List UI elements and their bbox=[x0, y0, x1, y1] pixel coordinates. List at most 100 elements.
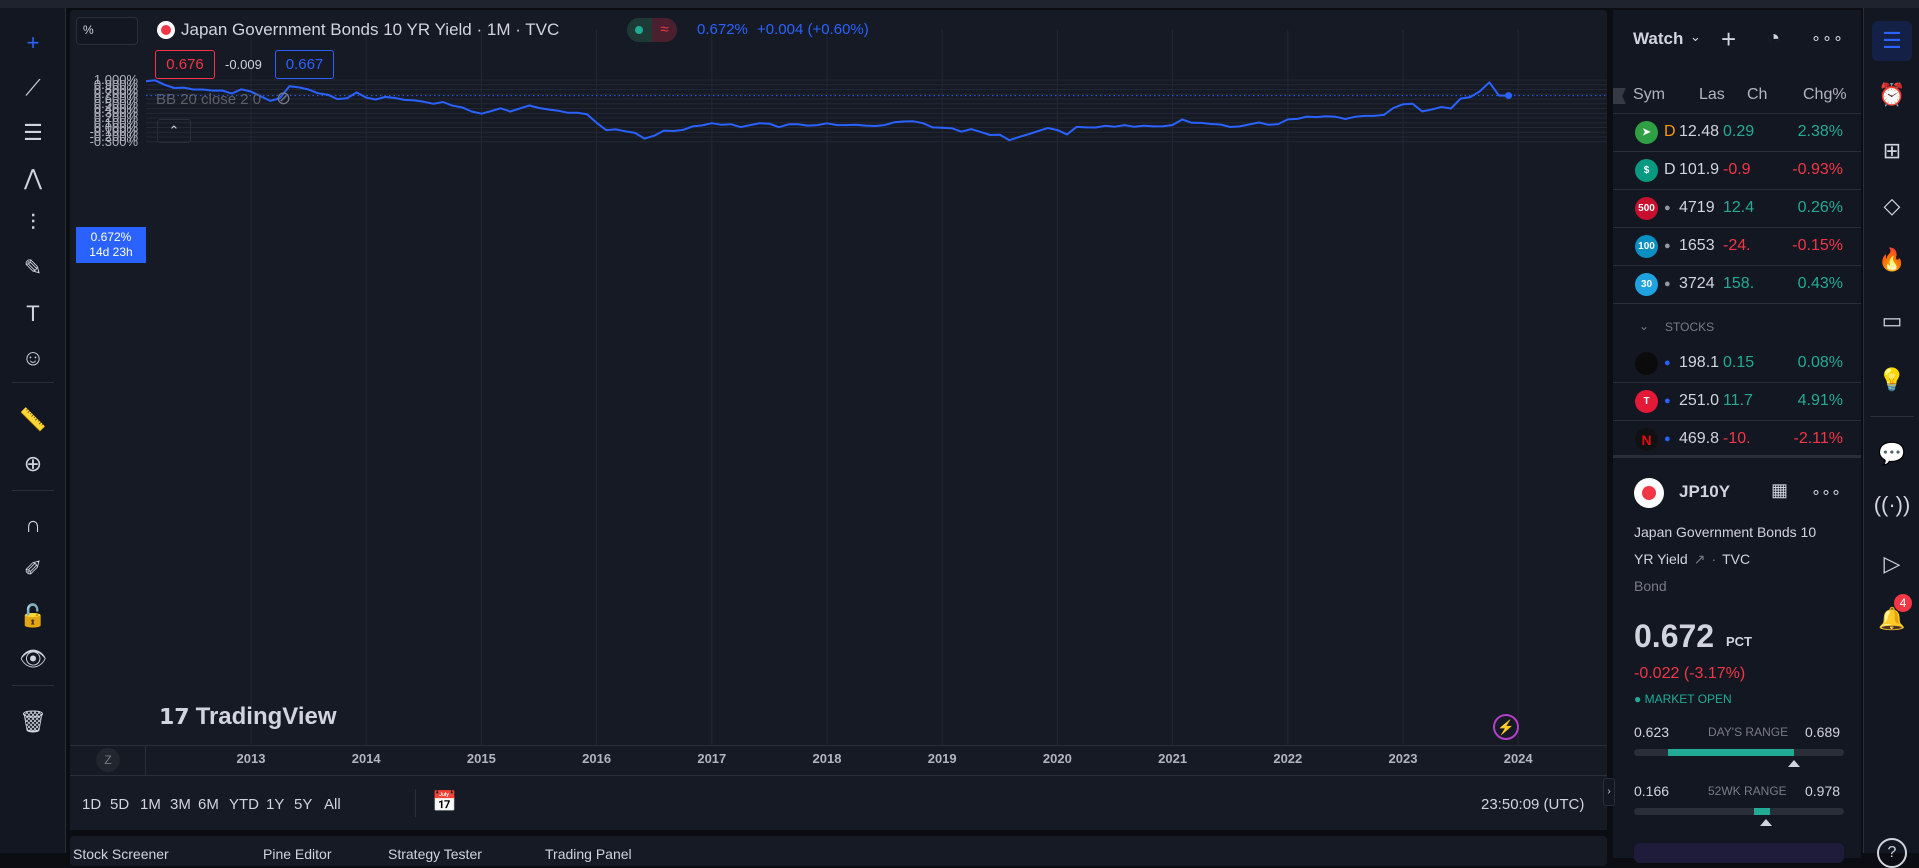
ideas-lightbulb-icon[interactable]: 💡 bbox=[1874, 362, 1910, 398]
symbol-logo-icon: N bbox=[1635, 428, 1658, 451]
x-tick-label: 2024 bbox=[1503, 751, 1533, 766]
crosshair-icon[interactable]: + bbox=[15, 25, 51, 61]
lock-drawing-icon[interactable]: ✐ bbox=[15, 551, 51, 587]
watchlist-row[interactable]: $ D 101.9 -0.9 -0.93% bbox=[1613, 152, 1861, 190]
zoom-in-icon[interactable]: ⊕ bbox=[15, 446, 51, 482]
reset-zoom-button[interactable]: Z bbox=[96, 748, 120, 772]
symbol-status-icon: D bbox=[1664, 161, 1676, 178]
flag-icon[interactable] bbox=[1613, 88, 1626, 104]
range-button-5d[interactable]: 5D bbox=[110, 796, 129, 813]
x-tick-label: 2013 bbox=[236, 751, 266, 766]
alarm-clock-icon[interactable]: ⏰ bbox=[1874, 77, 1910, 113]
y-tick-label: -0.300% bbox=[89, 133, 138, 149]
price-chart[interactable] bbox=[146, 30, 1607, 745]
x-tick-label: 2020 bbox=[1042, 751, 1072, 766]
symbol-status-icon: ● bbox=[1664, 433, 1671, 445]
layers-icon[interactable]: ◇ bbox=[1874, 188, 1910, 224]
tab-pine-editor[interactable]: Pine Editor bbox=[263, 846, 331, 862]
watchlist-row[interactable]: N ● 469.8 -10. -2.11% bbox=[1613, 421, 1861, 459]
utc-clock[interactable]: 23:50:09 (UTC) bbox=[1481, 796, 1584, 813]
range-button-3m[interactable]: 3M bbox=[170, 796, 191, 813]
range-button-1d[interactable]: 1D bbox=[82, 796, 101, 813]
market-status-pill[interactable]: ≈ bbox=[627, 18, 677, 42]
pattern-icon[interactable]: ⋀ bbox=[15, 160, 51, 196]
object-tree-icon[interactable]: ⊞ bbox=[1874, 133, 1910, 169]
range-button-ytd[interactable]: YTD bbox=[229, 796, 259, 813]
go-to-date-icon[interactable]: 📅 bbox=[432, 789, 457, 814]
x-tick-label: 2017 bbox=[697, 751, 727, 766]
days-range-fill bbox=[1667, 749, 1794, 756]
notification-count-badge: 4 bbox=[1894, 594, 1912, 612]
range-button-all[interactable]: All bbox=[324, 796, 341, 813]
external-link-icon[interactable]: ↗ bbox=[1694, 551, 1706, 568]
more-options-icon[interactable]: ∘∘∘ bbox=[1811, 28, 1844, 48]
symbol-status-icon: ● bbox=[1664, 357, 1671, 369]
days-range-label: DAY'S RANGE bbox=[1708, 725, 1789, 739]
chart-title[interactable]: Japan Government Bonds 10 YR Yield · 1M … bbox=[181, 20, 559, 40]
watchlist-icon[interactable]: ☰ bbox=[1872, 21, 1912, 61]
range-button-6m[interactable]: 6M bbox=[198, 796, 219, 813]
range-button-1y[interactable]: 1Y bbox=[266, 796, 284, 813]
buy-price-button[interactable]: 0.667 bbox=[275, 50, 334, 79]
streams-icon[interactable]: ((·)) bbox=[1874, 487, 1911, 523]
text-icon[interactable]: T bbox=[15, 296, 51, 332]
bottom-panel: Stock Screener Pine Editor Strategy Test… bbox=[70, 836, 1607, 866]
tab-stock-screener[interactable]: Stock Screener bbox=[73, 846, 169, 862]
emoji-icon[interactable]: ☺ bbox=[15, 340, 51, 376]
chevron-down-icon[interactable]: ⌄ bbox=[1690, 29, 1701, 45]
ruler-icon[interactable]: 📏 bbox=[15, 402, 51, 438]
magnet-icon[interactable]: ∩ bbox=[15, 507, 51, 543]
trash-icon[interactable]: 🗑 bbox=[15, 704, 51, 740]
trend-line-icon[interactable]: ⟋ bbox=[15, 70, 51, 106]
watchlist-row[interactable]: ➤ D 12.48 0.29 2.38% bbox=[1613, 114, 1861, 152]
watchlist-row[interactable]: ● 198.1 0.15 0.08% bbox=[1613, 345, 1861, 383]
indicator-legend[interactable]: BB 20 close 2 0 bbox=[156, 91, 261, 108]
last-price: 12.48 bbox=[1679, 123, 1720, 140]
tab-trading-panel[interactable]: Trading Panel bbox=[545, 846, 632, 862]
wk52-range-fill bbox=[1753, 808, 1771, 815]
grid-view-icon[interactable]: ▦ bbox=[1771, 480, 1788, 501]
last-price: 198.1 bbox=[1679, 354, 1720, 371]
column-change-percent[interactable]: Chg% bbox=[1803, 86, 1847, 104]
symbol-status-icon: ● bbox=[1664, 395, 1671, 407]
add-symbol-icon[interactable]: + bbox=[1721, 24, 1736, 55]
help-icon[interactable]: ? bbox=[1877, 838, 1907, 868]
symbol-status-icon: ● bbox=[1664, 278, 1671, 290]
column-change[interactable]: Ch bbox=[1747, 86, 1767, 104]
section-stocks[interactable]: STOCKS bbox=[1665, 320, 1714, 334]
chat-icon[interactable]: 💬 bbox=[1874, 436, 1910, 472]
watchlist-panel: Watch ⌄ + ◔ ∘∘∘ Sym Las Ch Chg% ➤ D 12.4… bbox=[1613, 10, 1861, 459]
section-chevron-icon[interactable]: ⌄ bbox=[1639, 319, 1649, 333]
brush-icon[interactable]: ✎ bbox=[15, 250, 51, 286]
column-symbol[interactable]: Sym bbox=[1633, 86, 1665, 104]
watchlist-row[interactable]: 30 ● 3724 158. 0.43% bbox=[1613, 266, 1861, 304]
watchlist-row[interactable]: 500 ● 4719 12.4 0.26% bbox=[1613, 190, 1861, 228]
prediction-icon[interactable]: ⫶ bbox=[15, 205, 51, 241]
tab-strategy-tester[interactable]: Strategy Tester bbox=[388, 846, 482, 862]
detail-change: -0.022 (-3.17%) bbox=[1634, 665, 1746, 682]
hotlist-flame-icon[interactable]: 🔥 bbox=[1874, 242, 1910, 278]
detail-price: 0.672 bbox=[1634, 618, 1715, 654]
fib-lines-icon[interactable]: ☰ bbox=[15, 115, 51, 151]
lock-icon[interactable]: 🔓 bbox=[15, 598, 51, 634]
collapse-legend-button[interactable]: ⌃ bbox=[157, 119, 191, 143]
column-last[interactable]: Las bbox=[1699, 86, 1725, 104]
range-button-5y[interactable]: 5Y bbox=[294, 796, 312, 813]
play-broadcast-icon[interactable]: ▷ bbox=[1874, 546, 1910, 582]
collapse-panel-button[interactable]: › bbox=[1603, 778, 1615, 806]
calendar-icon[interactable]: ▭ bbox=[1874, 303, 1910, 339]
detail-symbol[interactable]: JP10Y bbox=[1679, 482, 1730, 502]
watchlist-row[interactable]: 100 ● 1653 -24. -0.15% bbox=[1613, 228, 1861, 266]
watchlist-row[interactable]: T ● 251.0 11.7 4.91% bbox=[1613, 383, 1861, 421]
sell-price-button[interactable]: 0.676 bbox=[155, 50, 215, 79]
lightning-icon[interactable]: ⚡ bbox=[1493, 714, 1519, 740]
advanced-view-icon[interactable]: ◔ bbox=[1767, 25, 1780, 51]
percent-scale-button[interactable]: % bbox=[76, 17, 138, 45]
x-tick-label: 2016 bbox=[582, 751, 612, 766]
eye-icon[interactable]: 👁 bbox=[15, 641, 51, 677]
wk52-range-label: 52WK RANGE bbox=[1708, 784, 1787, 798]
watchlist-title[interactable]: Watch bbox=[1633, 29, 1683, 49]
range-button-1m[interactable]: 1M bbox=[140, 796, 161, 813]
hidden-eye-icon[interactable]: ⊘ bbox=[276, 88, 291, 109]
detail-more-icon[interactable]: ∘∘∘ bbox=[1811, 482, 1841, 502]
